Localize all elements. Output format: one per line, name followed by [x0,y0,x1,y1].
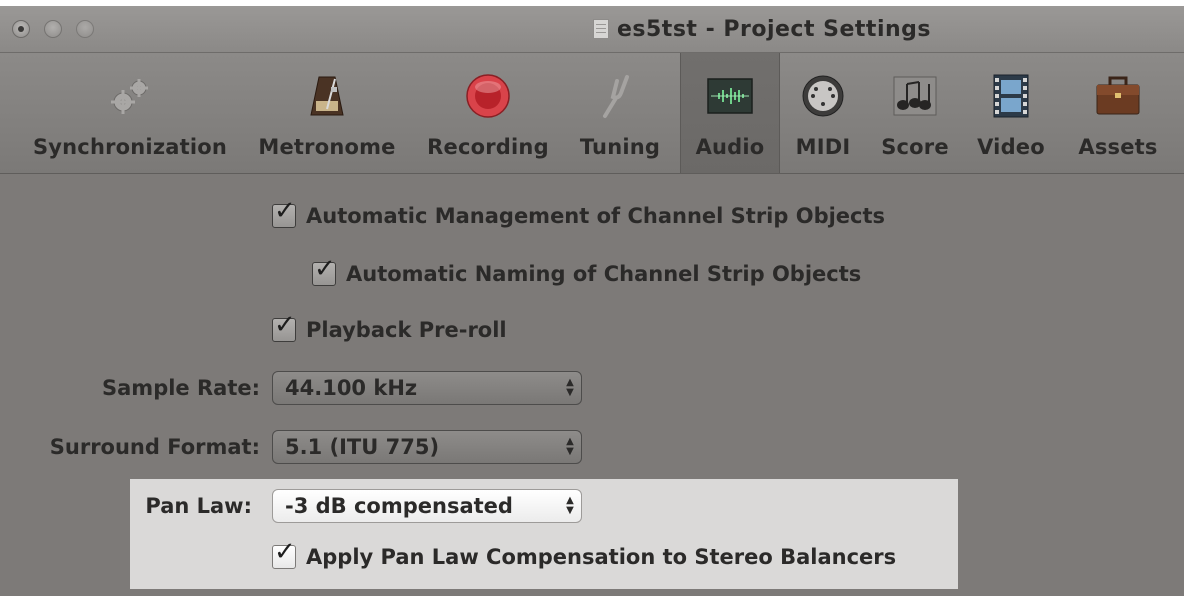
audio-waveform-icon [707,73,753,119]
check-icon: ✓ [274,196,296,226]
midi-connector-icon [800,73,846,119]
tab-label: Score [881,135,949,159]
surround-format-label: Surround Format: [49,435,260,459]
auto-management-row[interactable]: ✓ Automatic Management of Channel Strip … [272,198,886,232]
auto-naming-checkbox[interactable]: ✓ [312,256,336,286]
sample-rate-value: 44.100 kHz [285,376,418,400]
auto-management-label: Automatic Management of Channel Strip Ob… [306,204,886,228]
up-down-arrows-icon: ▲ ▼ [566,495,574,516]
music-notes-icon [892,73,938,119]
auto-management-checkbox[interactable]: ✓ [272,198,296,228]
up-down-arrows-icon: ▲ ▼ [566,377,574,398]
tab-recording[interactable]: Recording [418,53,558,173]
briefcase-icon [1095,73,1141,119]
record-icon [465,73,511,119]
tab-label: Tuning [579,135,661,159]
pan-law-value: -3 dB compensated [285,494,513,518]
tab-synchronization[interactable]: Synchronization [20,53,240,173]
tab-assets[interactable]: Assets [1064,53,1172,173]
tab-midi[interactable]: MIDI [786,53,860,173]
sample-rate-label: Sample Rate: [102,376,260,400]
sample-rate-popup[interactable]: 44.100 kHz ▲ ▼ [272,371,582,405]
apply-pan-law-row[interactable]: ✓ Apply Pan Law Compensation to Stereo B… [272,539,897,573]
tab-label: Audio [695,135,765,159]
film-strip-icon [988,73,1034,119]
check-icon: ✓ [314,254,336,284]
auto-naming-label: Automatic Naming of Channel Strip Object… [346,262,862,286]
tab-label: MIDI [795,135,851,159]
tab-label: Assets [1078,135,1158,159]
tab-label: Video [977,135,1045,159]
playback-preroll-checkbox[interactable]: ✓ [272,312,296,342]
apply-pan-law-label: Apply Pan Law Compensation to Stereo Bal… [306,545,897,569]
pan-law-popup[interactable]: -3 dB compensated ▲ ▼ [272,489,582,523]
surround-format-popup[interactable]: 5.1 (ITU 775) ▲ ▼ [272,430,582,464]
apply-pan-law-checkbox[interactable]: ✓ [272,539,296,569]
up-down-arrows-icon: ▲ ▼ [566,436,574,457]
auto-naming-row[interactable]: ✓ Automatic Naming of Channel Strip Obje… [312,256,862,290]
tuning-fork-icon [597,73,643,119]
tab-label: Metronome [258,135,396,159]
tab-label: Recording [427,135,549,159]
gears-icon [107,73,153,119]
metronome-icon [304,73,350,119]
tab-metronome[interactable]: Metronome [252,53,402,173]
tab-score[interactable]: Score [870,53,960,173]
tab-video[interactable]: Video [966,53,1056,173]
pan-law-highlight: Pan Law: -3 dB compensated ▲ ▼ ✓ Apply Pa… [130,479,958,589]
tab-audio[interactable]: Audio [680,53,780,173]
title-bar[interactable]: es5tst - Project Settings [0,6,1184,53]
window-title: es5tst - Project Settings [616,16,931,42]
window-title-group: es5tst - Project Settings [0,6,1184,52]
tab-tuning[interactable]: Tuning [568,53,672,173]
settings-toolbar: Synchronization Metronome Recording Tuni… [0,53,1184,174]
check-icon: ✓ [274,310,296,340]
playback-preroll-label: Playback Pre-roll [306,318,507,342]
project-settings-window: es5tst - Project Settings Synchronizatio… [0,6,1184,596]
audio-settings-pane: ✓ Automatic Management of Channel Strip … [0,174,1184,596]
surround-format-value: 5.1 (ITU 775) [285,435,440,459]
pan-law-label: Pan Law: [145,494,252,518]
tab-label: Synchronization [32,135,228,159]
playback-preroll-row[interactable]: ✓ Playback Pre-roll [272,312,507,346]
document-icon [592,19,609,39]
check-icon: ✓ [274,537,296,567]
